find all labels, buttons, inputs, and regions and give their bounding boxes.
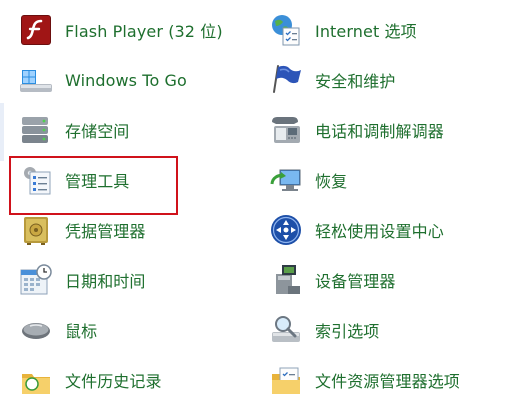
item-device-manager[interactable]: 设备管理器 <box>268 260 513 300</box>
item-ease-of-access[interactable]: 轻松使用设置中心 <box>268 210 513 250</box>
item-label: 存储空间 <box>65 122 130 141</box>
item-windows-to-go[interactable]: Windows To Go <box>18 60 258 100</box>
item-admin-tools[interactable]: 管理工具 <box>18 160 258 200</box>
item-label: Internet 选项 <box>315 22 417 41</box>
item-label: 管理工具 <box>65 172 130 191</box>
flag-icon <box>268 62 304 98</box>
item-indexing-options[interactable]: 索引选项 <box>268 310 513 350</box>
globe-checklist-icon <box>268 12 304 48</box>
item-label: 日期和时间 <box>65 272 146 291</box>
item-file-history[interactable]: 文件历史记录 <box>18 360 258 400</box>
item-label: 安全和维护 <box>315 72 396 91</box>
item-label: 文件资源管理器选项 <box>315 372 460 391</box>
calendar-clock-icon <box>18 262 54 298</box>
magnifier-icon <box>268 312 304 348</box>
item-phone-modem[interactable]: 电话和调制解调器 <box>268 110 513 150</box>
item-security-maintenance[interactable]: 安全和维护 <box>268 60 513 100</box>
telephone-icon <box>268 112 304 148</box>
safe-icon <box>18 212 54 248</box>
ease-of-access-icon <box>268 212 304 248</box>
usb-drive-icon <box>18 62 54 98</box>
item-label: Flash Player (32 位) <box>65 22 223 41</box>
item-credential-manager[interactable]: 凭据管理器 <box>18 210 258 250</box>
item-internet-options[interactable]: Internet 选项 <box>268 10 513 50</box>
item-label: 轻松使用设置中心 <box>315 222 444 241</box>
item-flash-player[interactable]: Flash Player (32 位) <box>18 10 258 50</box>
selection-accent <box>0 103 4 161</box>
storage-spaces-icon <box>18 112 54 148</box>
folder-history-icon <box>18 362 54 398</box>
recovery-icon <box>268 162 304 198</box>
item-label: 文件历史记录 <box>65 372 162 391</box>
item-label: 恢复 <box>315 172 348 191</box>
admin-tools-icon <box>18 162 54 198</box>
item-date-time[interactable]: 日期和时间 <box>18 260 258 300</box>
folder-options-icon <box>268 362 304 398</box>
item-label: Windows To Go <box>65 70 187 90</box>
item-recovery[interactable]: 恢复 <box>268 160 513 200</box>
device-manager-icon <box>268 262 304 298</box>
item-label: 索引选项 <box>315 322 380 341</box>
item-label: 电话和调制解调器 <box>315 122 444 141</box>
item-label: 设备管理器 <box>315 272 396 291</box>
item-mouse[interactable]: 鼠标 <box>18 310 258 350</box>
item-label: 鼠标 <box>65 322 98 341</box>
item-storage-spaces[interactable]: 存储空间 <box>18 110 258 150</box>
mouse-icon <box>18 312 54 348</box>
item-explorer-options[interactable]: 文件资源管理器选项 <box>268 360 513 400</box>
item-label: 凭据管理器 <box>65 222 146 241</box>
flash-icon <box>18 12 54 48</box>
